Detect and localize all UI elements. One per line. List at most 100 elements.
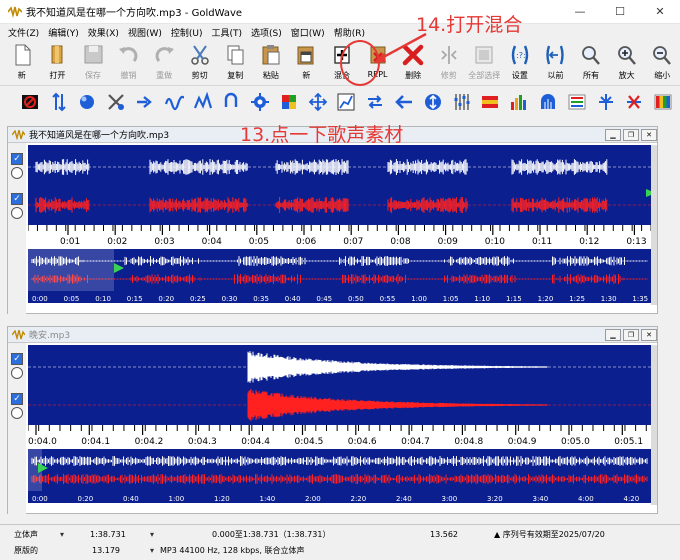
maximize-button[interactable]: ☐ — [600, 0, 640, 24]
stop-sign-icon[interactable] — [18, 91, 42, 113]
right-channel-checkbox[interactable]: ✓ — [11, 393, 23, 405]
audio-window-1[interactable]: 我不知道风是在哪一个方向吹.mp3 ▁ ❐ ✕ ✓ ✓ 0:01 0:02 0:03… — [7, 126, 658, 315]
time-ruler-1[interactable]: 0:01 0:02 0:03 0:04 0:05 0:06 0:07 0:08 0:09 0:10… — [27, 225, 656, 247]
overview-ruler-label: 3:40 — [533, 495, 549, 503]
rainbow-bars-icon[interactable] — [507, 91, 531, 113]
dropdown-arrow-icon[interactable]: ▾ — [150, 530, 154, 539]
audio-window-2-titlebar[interactable]: 晚安.mp3 ▁ ❐ ✕ — [8, 327, 657, 343]
left-channel-checkbox[interactable]: ✓ — [11, 353, 23, 365]
paste-button[interactable]: 粘贴 — [253, 40, 289, 86]
right-channel-checkbox[interactable]: ✓ — [11, 193, 23, 205]
trim-button[interactable]: 修剪 — [431, 40, 467, 86]
child-restore-button[interactable]: ❐ — [623, 128, 639, 141]
up-down-circle-icon[interactable] — [421, 91, 445, 113]
zoom-in-button[interactable]: 放大 — [609, 40, 645, 86]
overview-ruler-label: 1:20 — [214, 495, 230, 503]
overview-ruler-label: 0:15 — [127, 295, 143, 303]
expand-arrows-icon[interactable] — [306, 91, 330, 113]
overview-ruler-label: 1:30 — [601, 295, 617, 303]
menu-tools[interactable]: 工具(T) — [211, 26, 242, 39]
waveform-display-2[interactable] — [28, 345, 656, 425]
time-ruler-2[interactable]: 0:04.0 0:04.1 0:04.2 0:04.3 0:04.4 0:04.5 0:04… — [27, 425, 656, 447]
cut-button[interactable]: 剪切 — [182, 40, 218, 86]
status-channel-mode: 立体声 — [14, 530, 38, 539]
new-label: 新 — [17, 71, 26, 80]
audio-window-2[interactable]: 晚安.mp3 ▁ ❐ ✕ ✓ ✓ 0:04.0 0:04.1 0:04.2 0:04.… — [7, 326, 658, 515]
menu-help[interactable]: 帮助(R) — [334, 26, 365, 39]
open-button[interactable]: 打开 — [40, 40, 76, 86]
left-channel-radio[interactable] — [11, 367, 23, 379]
set-marker-button[interactable]: :?: 设置 — [502, 40, 538, 86]
overview-ruler-label: 0:50 — [348, 295, 364, 303]
child-close-button[interactable]: ✕ — [641, 128, 657, 141]
vertical-arrows-icon[interactable] — [47, 91, 71, 113]
bi-arrow-icon[interactable] — [363, 91, 387, 113]
save-button[interactable]: 保存 — [75, 40, 111, 86]
dropdown-arrow-icon[interactable]: ▾ — [150, 546, 154, 555]
overview-left-wave — [31, 256, 648, 266]
redo-label: 重做 — [156, 71, 173, 80]
wave-peak-icon[interactable] — [191, 91, 215, 113]
menu-options[interactable]: 选项(S) — [251, 26, 282, 39]
overview-ruler-label: 0:30 — [222, 295, 238, 303]
right-channel-radio[interactable] — [11, 207, 23, 219]
wave-blue-icon[interactable] — [162, 91, 186, 113]
menu-file[interactable]: 文件(Z) — [8, 26, 39, 39]
menu-control[interactable]: 控制(U) — [171, 26, 203, 39]
zoom-out-button[interactable]: 缩小 — [644, 40, 680, 86]
split-icon[interactable] — [594, 91, 618, 113]
overview-play-marker — [114, 263, 124, 273]
gear-blue-icon[interactable] — [248, 91, 272, 113]
loop-icon[interactable] — [219, 91, 243, 113]
zoom-all-button[interactable]: 所有 — [573, 40, 609, 86]
ruler-label: 0:04.5 — [295, 437, 324, 447]
child-close-button[interactable]: ✕ — [641, 328, 657, 341]
spectrum-icon[interactable] — [479, 91, 503, 113]
menu-effect[interactable]: 效果(X) — [88, 26, 119, 39]
child-minimize-button[interactable]: ▁ — [605, 328, 621, 341]
menu-window[interactable]: 窗口(W) — [291, 26, 325, 39]
left-arrow-icon[interactable] — [392, 91, 416, 113]
dropdown-arrow-icon[interactable]: ▾ — [60, 530, 64, 539]
minimize-button[interactable]: — — [560, 0, 600, 24]
annotation-step-13: 13.点一下歌声素材 — [240, 124, 404, 146]
waveform-display-1[interactable] — [28, 145, 656, 225]
crossed-arrows-icon[interactable] — [622, 91, 646, 113]
select-all-button[interactable]: 全部选择 — [467, 40, 503, 86]
close-button[interactable]: ✕ — [640, 0, 680, 24]
arrow-right-blue-icon[interactable] — [133, 91, 157, 113]
overview-ruler-label: 0:55 — [380, 295, 396, 303]
color-bars-icon[interactable] — [565, 91, 589, 113]
child-minimize-button[interactable]: ▁ — [605, 128, 621, 141]
paste-label: 粘贴 — [262, 71, 279, 80]
previous-label: 以前 — [547, 71, 564, 80]
right-channel-radio[interactable] — [11, 407, 23, 419]
select-all-icon — [475, 46, 493, 64]
set-marker-label: 设置 — [511, 71, 528, 80]
left-channel-radio[interactable] — [11, 167, 23, 179]
menu-view[interactable]: 视图(W) — [128, 26, 162, 39]
overview-ruler-label: 1:40 — [260, 495, 276, 503]
color-spectrum-icon[interactable] — [651, 91, 675, 113]
overview-ruler-label: 1:35 — [632, 295, 648, 303]
scrollbar-1[interactable] — [651, 145, 657, 305]
copy-button[interactable]: 复制 — [217, 40, 253, 86]
undo-button[interactable]: 撤销 — [111, 40, 147, 86]
paste-new-button[interactable]: 新 — [289, 40, 325, 86]
blue-sphere-icon[interactable] — [76, 91, 100, 113]
menu-edit[interactable]: 编辑(Y) — [48, 26, 79, 39]
arch-icon[interactable] — [536, 91, 560, 113]
graph-icon[interactable] — [335, 91, 359, 113]
color-square-icon[interactable] — [277, 91, 301, 113]
overview-right-wave — [31, 474, 648, 484]
child-restore-button[interactable]: ❐ — [623, 328, 639, 341]
scrollbar-2[interactable] — [651, 345, 657, 505]
redo-button[interactable]: 重做 — [146, 40, 182, 86]
new-button[interactable]: 新 — [4, 40, 40, 86]
cross-tools-icon[interactable] — [104, 91, 128, 113]
new-file-icon — [15, 44, 31, 66]
left-channel-checkbox[interactable]: ✓ — [11, 153, 23, 165]
previous-button[interactable]: 以前 — [538, 40, 574, 86]
ruler-label: 0:04.4 — [241, 437, 270, 447]
equalizer-icon[interactable] — [450, 91, 474, 113]
